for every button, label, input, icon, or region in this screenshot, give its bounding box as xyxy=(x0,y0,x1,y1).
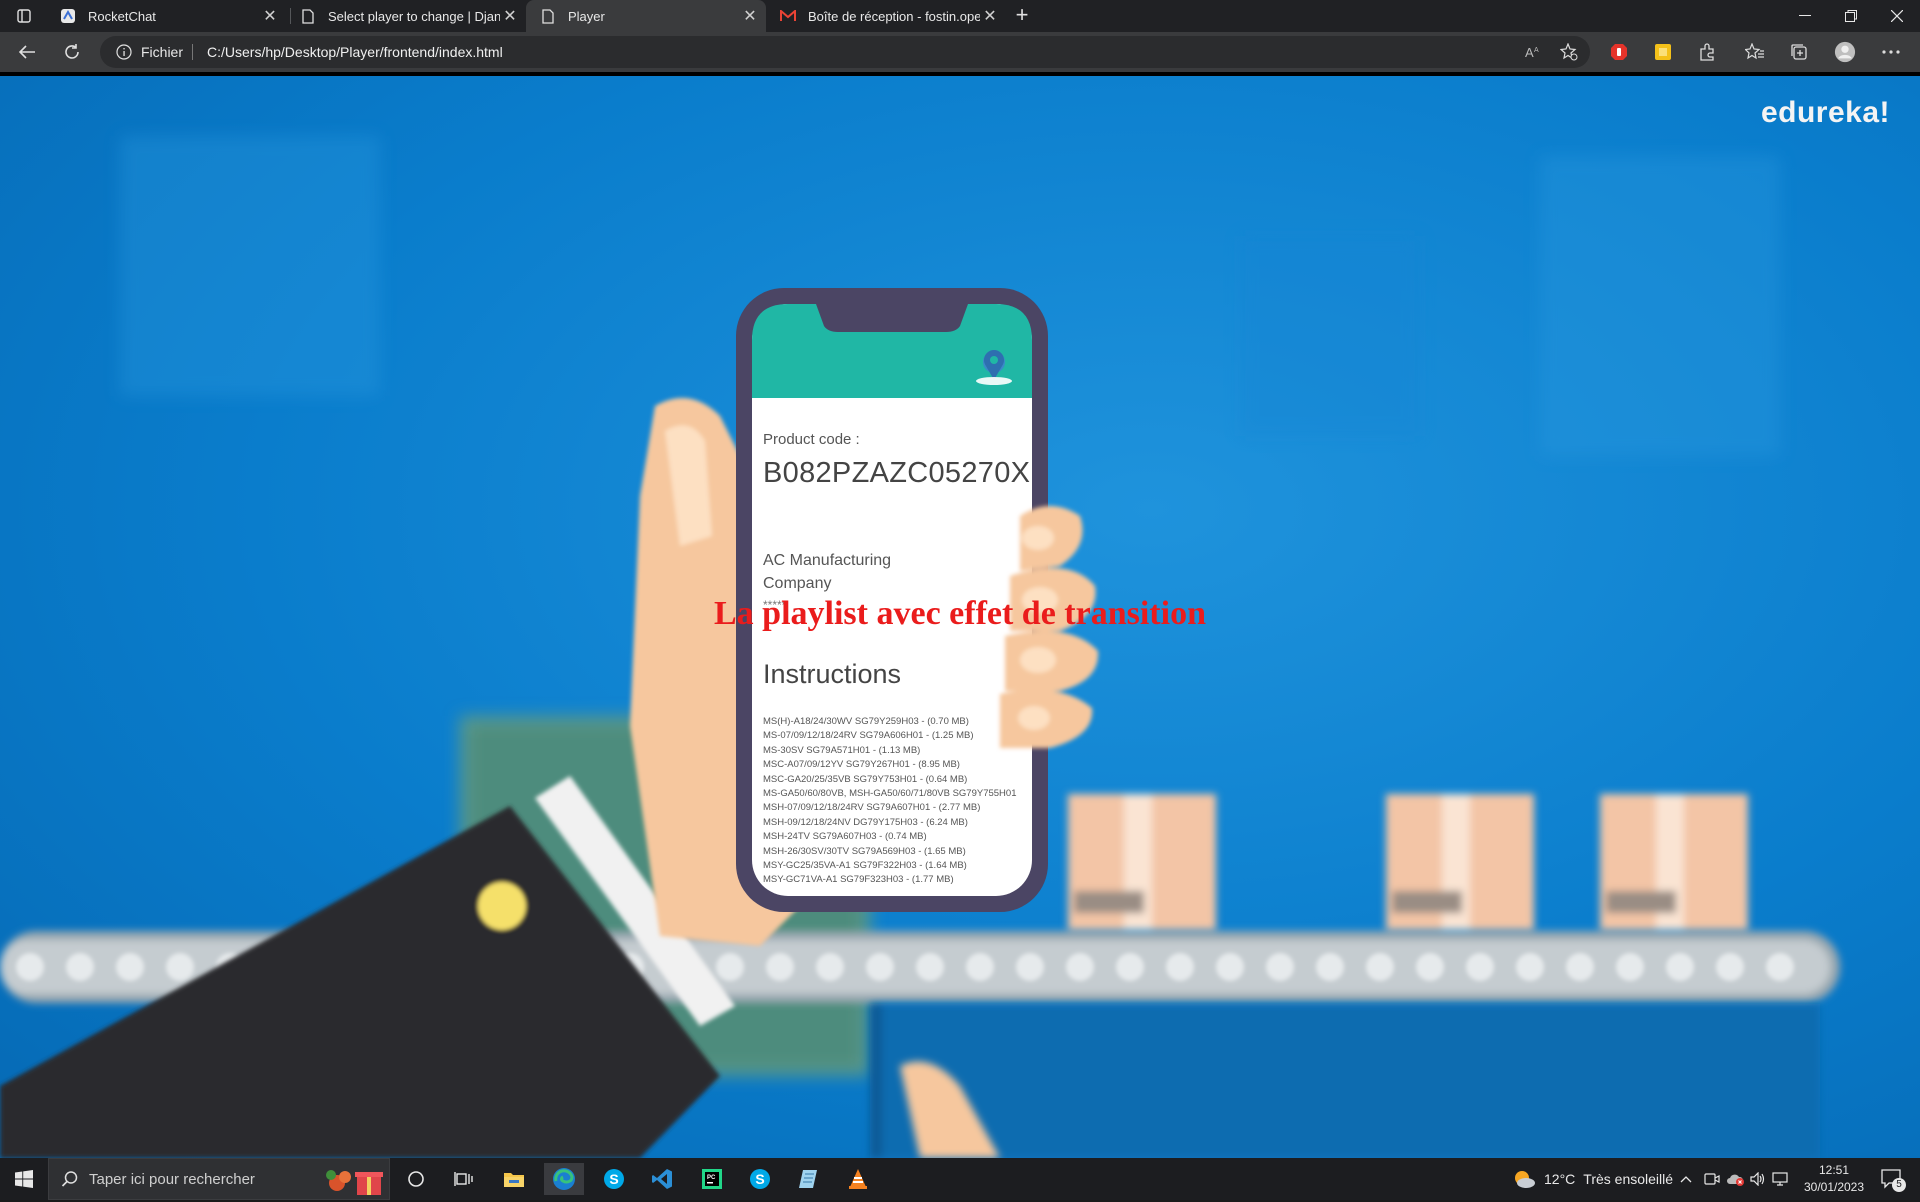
tab-player[interactable]: Player ✕ xyxy=(526,0,766,32)
vscode-icon[interactable] xyxy=(642,1163,682,1195)
show-hidden-icons-button[interactable] xyxy=(1680,1158,1692,1200)
extensions-icon[interactable] xyxy=(1696,41,1718,63)
browser-toolbar: Fichier C:/Users/hp/Desktop/Player/front… xyxy=(0,32,1920,72)
svg-text:A: A xyxy=(1525,45,1534,60)
task-view-icon[interactable] xyxy=(444,1163,484,1195)
sticky-note-extension-icon[interactable] xyxy=(1652,41,1674,63)
close-tab-icon[interactable]: ✕ xyxy=(260,6,280,26)
notification-count-badge: 5 xyxy=(1892,1178,1906,1192)
tab-title: Select player to change | Django xyxy=(328,8,500,24)
instructions-list: MS(H)-A18/24/30WV SG79Y259H03 - (0.70 MB… xyxy=(763,715,1016,888)
search-input[interactable]: Taper ici pour rechercher xyxy=(89,1171,255,1188)
manufacturer-name: AC Manufacturing Company xyxy=(763,552,892,592)
minimize-button[interactable] xyxy=(1782,0,1828,32)
list-item: MSH-24TV SG79A607H03 - (0.74 MB) xyxy=(763,831,927,843)
tab-rocketchat[interactable]: RocketChat ✕ xyxy=(46,0,286,32)
url-text[interactable]: C:/Users/hp/Desktop/Player/frontend/inde… xyxy=(207,44,503,60)
weather-sun-cloud-icon xyxy=(1515,1171,1535,1188)
tab-bar: RocketChat ✕ Select player to change | D… xyxy=(0,0,1920,32)
list-item: MS-07/09/12/18/24RV SG79A606H01 - (1.25 … xyxy=(763,730,974,742)
rocketchat-icon xyxy=(60,8,76,24)
instructions-title: Instructions xyxy=(763,659,902,689)
page-icon xyxy=(540,8,556,24)
more-menu-icon[interactable] xyxy=(1880,41,1902,63)
address-bar[interactable]: Fichier C:/Users/hp/Desktop/Player/front… xyxy=(100,36,1590,68)
svg-text:S: S xyxy=(755,1171,764,1187)
add-favorite-icon[interactable] xyxy=(1559,42,1578,61)
close-window-button[interactable] xyxy=(1874,0,1920,32)
list-item: MS-30SV SG79A571H01 - (1.13 MB) xyxy=(763,744,921,756)
list-item: MSH-26/30SV/30TV SG79A569H03 - (1.65 MB) xyxy=(763,845,966,857)
chevron-up-icon xyxy=(1680,1176,1692,1183)
search-icon xyxy=(61,1170,79,1188)
page-viewport: edureka! Product code : B082PZAZC05270X … xyxy=(0,76,1920,1158)
list-item: MSC-A07/09/12YV SG79Y267H01 - (8.95 MB) xyxy=(763,759,960,771)
file-scheme-label: Fichier xyxy=(141,44,184,60)
notification-center-button[interactable]: 5 xyxy=(1880,1158,1906,1200)
skype-icon[interactable]: S xyxy=(740,1163,780,1195)
list-item: MS(H)-A18/24/30WV SG79Y259H03 - (0.70 MB… xyxy=(763,716,969,727)
page-icon xyxy=(300,8,316,24)
weather-temp: 12°C xyxy=(1544,1171,1576,1187)
skype-icon[interactable]: S xyxy=(594,1163,634,1195)
page-title: La playlist avec effet de transition xyxy=(714,595,1206,632)
close-tab-icon[interactable]: ✕ xyxy=(500,6,520,26)
system-clock[interactable]: 12:51 30/01/2023 xyxy=(1798,1162,1870,1196)
notepad-icon[interactable] xyxy=(788,1163,828,1195)
adblock-extension-icon[interactable] xyxy=(1608,41,1630,63)
back-button[interactable] xyxy=(13,38,41,66)
svg-text:A: A xyxy=(1534,47,1539,54)
list-item: MS-GA50/60/80VB, MSH-GA50/60/71/80VB SG7… xyxy=(763,788,1017,800)
taskbar-search[interactable]: Taper ici pour rechercher xyxy=(48,1158,390,1200)
taskbar: Taper ici pour rechercher S PC S 12°C Tr… xyxy=(0,1158,1920,1200)
close-tab-icon[interactable]: ✕ xyxy=(980,6,1000,26)
tab-title: Boîte de réception - fostin.opensi xyxy=(808,8,980,24)
collections-icon[interactable] xyxy=(1788,41,1810,63)
tab-django[interactable]: Select player to change | Django ✕ xyxy=(286,0,526,32)
new-tab-button[interactable]: + xyxy=(1010,4,1034,28)
meet-now-icon[interactable] xyxy=(1704,1158,1720,1200)
clock-time: 12:51 xyxy=(1818,1163,1850,1177)
svg-text:PC: PC xyxy=(707,1175,716,1181)
tab-actions-icon[interactable] xyxy=(12,6,36,26)
divider xyxy=(192,44,193,60)
list-item: MSH-07/09/12/18/24RV SG79A607H01 - (2.77… xyxy=(763,802,981,814)
volume-icon[interactable] xyxy=(1750,1158,1766,1200)
edge-icon[interactable] xyxy=(544,1163,584,1195)
close-tab-icon[interactable]: ✕ xyxy=(740,6,760,26)
vlc-icon[interactable] xyxy=(838,1163,878,1195)
tab-gmail[interactable]: Boîte de réception - fostin.opensi ✕ xyxy=(766,0,1006,32)
restore-button[interactable] xyxy=(1828,0,1874,32)
favorites-icon[interactable] xyxy=(1744,41,1766,63)
clock-date: 30/01/2023 xyxy=(1803,1180,1865,1194)
network-icon[interactable] xyxy=(1772,1158,1790,1200)
weather-widget[interactable]: 12°C Très ensoleillé xyxy=(1512,1158,1673,1200)
onedrive-error-icon[interactable] xyxy=(1726,1158,1744,1200)
tab-title: Player xyxy=(568,8,605,24)
svg-text:S: S xyxy=(609,1171,618,1187)
product-code-label: Product code : xyxy=(763,431,860,448)
pycharm-icon[interactable]: PC xyxy=(692,1163,732,1195)
list-item: MSY-GC25/35VA-A1 SG79F322H03 - (1.64 MB) xyxy=(763,860,967,872)
gmail-icon xyxy=(780,8,796,24)
list-item: MSY-GC71VA-A1 SG79F323H03 - (1.77 MB) xyxy=(763,874,954,886)
search-highlight-icon[interactable] xyxy=(319,1163,387,1197)
cortana-icon[interactable] xyxy=(396,1163,436,1195)
list-item: MSC-GA20/25/35VB SG79Y753H01 - (0.64 MB) xyxy=(763,773,968,785)
list-item: MSH-09/12/18/24NV DG79Y175H03 - (6.24 MB… xyxy=(763,816,968,828)
profile-avatar-icon[interactable] xyxy=(1834,41,1856,63)
refresh-button[interactable] xyxy=(58,38,86,66)
edureka-logo: edureka! xyxy=(1760,96,1890,129)
windows-icon xyxy=(15,1170,33,1188)
weather-condition: Très ensoleillé xyxy=(1583,1171,1674,1187)
tab-title: RocketChat xyxy=(88,8,156,24)
read-aloud-icon[interactable]: AA xyxy=(1524,43,1542,61)
windows-start-button[interactable] xyxy=(0,1158,48,1200)
product-code: B082PZAZC05270X xyxy=(763,457,1031,489)
info-icon[interactable] xyxy=(116,44,132,60)
file-explorer-icon[interactable] xyxy=(494,1163,534,1195)
